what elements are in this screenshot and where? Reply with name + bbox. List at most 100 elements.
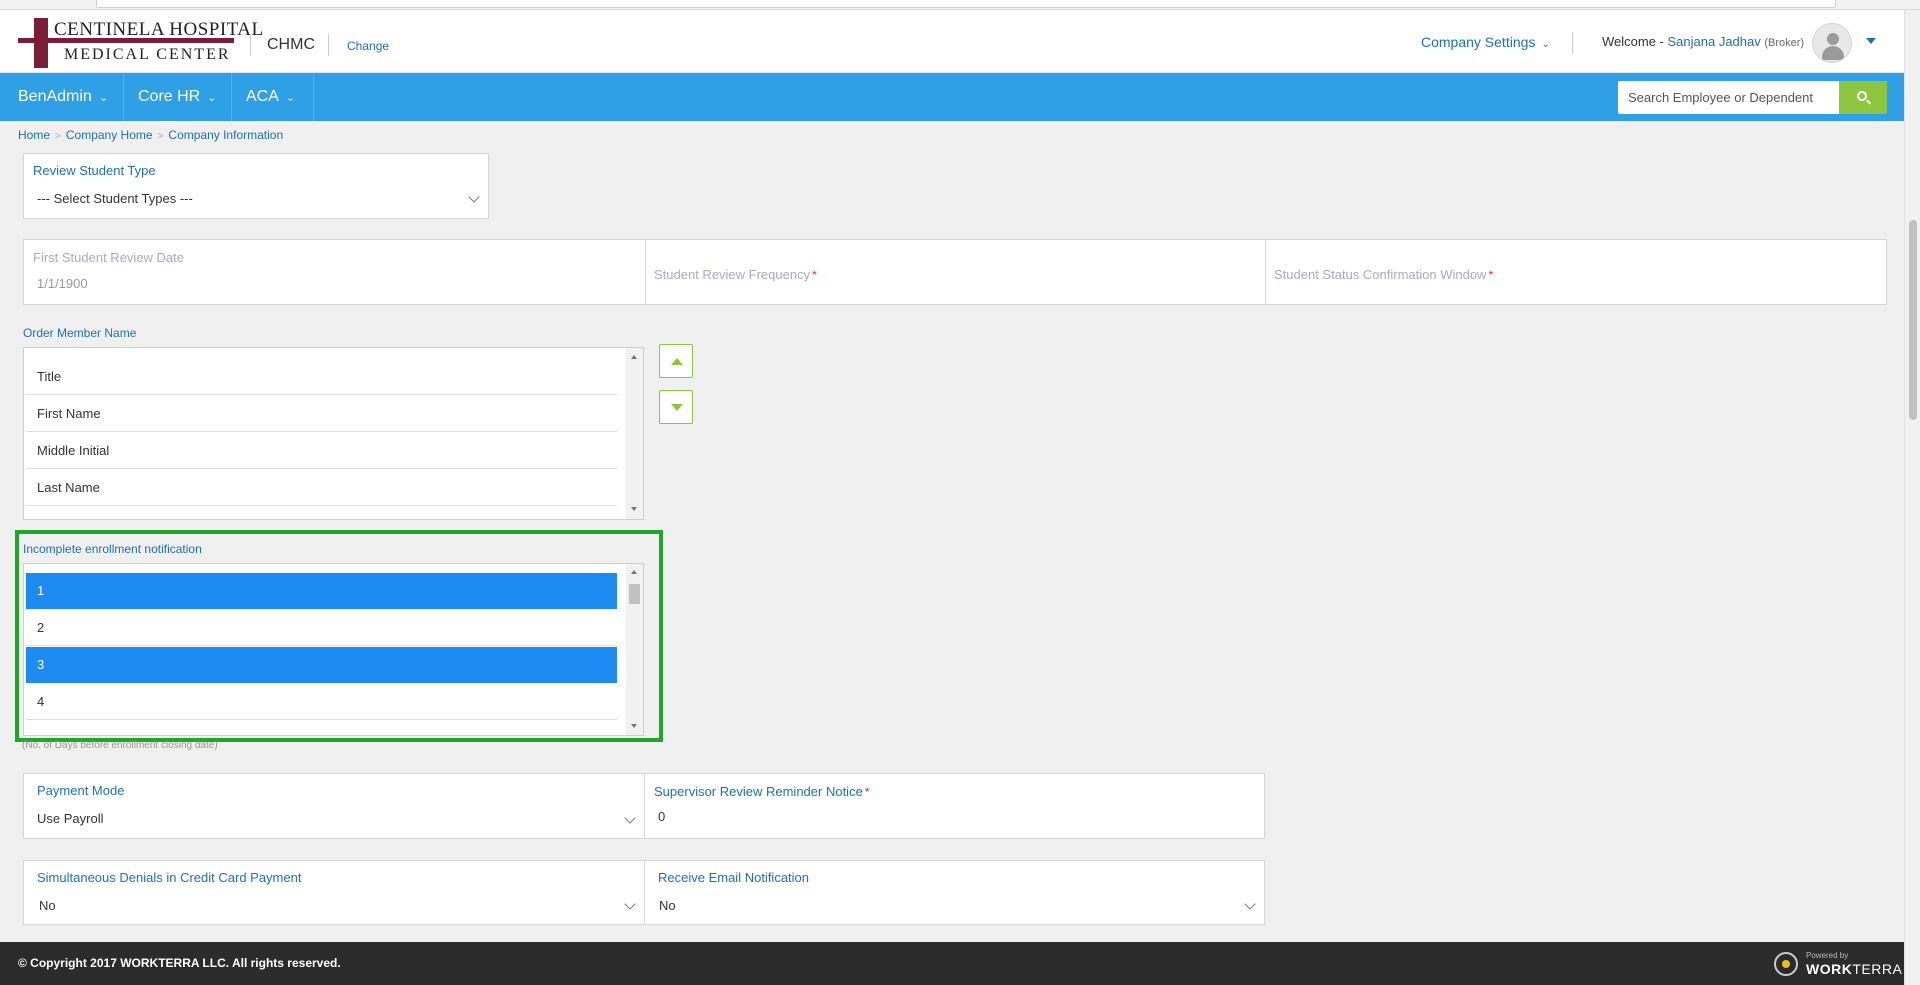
receive-email-notification-label: Receive Email Notification	[658, 870, 810, 885]
user-avatar[interactable]	[1812, 23, 1852, 63]
logo-text-line1: CENTINELA HOSPITAL	[54, 19, 264, 40]
column-divider	[644, 774, 645, 838]
header-divider	[1572, 32, 1573, 54]
list-item[interactable]: Title	[26, 359, 617, 395]
company-settings-menu[interactable]: Company Settings ⌄	[1421, 32, 1550, 55]
scroll-down-arrow-icon[interactable]	[631, 507, 637, 511]
column-divider	[1265, 240, 1266, 304]
order-member-name-list[interactable]: Title First Name Middle Initial Last Nam…	[23, 347, 644, 520]
list-item[interactable]: Last Name	[26, 470, 617, 506]
user-menu-caret-icon[interactable]	[1866, 38, 1876, 44]
supervisor-review-reminder-field: Supervisor Review Reminder Notice *	[654, 784, 869, 799]
brand-work: WORK	[1806, 961, 1853, 977]
breadcrumb: Home > Company Home > Company Information	[18, 128, 283, 142]
student-review-row: First Student Review Date 1/1/1900 Stude…	[23, 239, 1887, 305]
first-student-review-date-value[interactable]: 1/1/1900	[37, 276, 88, 291]
chevron-down-icon[interactable]	[468, 191, 480, 203]
nav-label: ACA	[246, 88, 279, 105]
payment-mode-value[interactable]: Use Payroll	[37, 811, 103, 826]
user-role: (Broker)	[1764, 37, 1805, 49]
list-item[interactable]: First Name	[26, 396, 617, 432]
welcome-prefix: Welcome -	[1602, 34, 1668, 49]
supervisor-review-reminder-input[interactable]: 0	[658, 809, 665, 824]
copyright-text: © Copyright 2017 WORKTERRA LLC. All righ…	[18, 956, 341, 970]
required-marker: *	[1488, 268, 1494, 282]
review-student-type-value: --- Select Student Types ---	[37, 191, 193, 206]
student-status-confirmation-field[interactable]: Student Status Confirmation Window *	[1274, 267, 1493, 282]
list-item[interactable]: Middle Initial	[26, 433, 617, 469]
powered-by-label: Powered by	[1806, 951, 1849, 960]
page-scrollbar[interactable]	[1904, 10, 1920, 985]
logo-text-line2: MEDICAL CENTER	[64, 46, 231, 63]
app-header: CENTINELA HOSPITAL MEDICAL CENTER CHMC C…	[0, 10, 1904, 73]
simultaneous-denials-label: Simultaneous Denials in Credit Card Paym…	[37, 870, 302, 885]
user-name-link[interactable]: Sanjana Jadhav	[1668, 34, 1761, 49]
list-item-selected[interactable]: 3	[26, 647, 617, 683]
required-marker: *	[812, 268, 817, 282]
payment-mode-label: Payment Mode	[37, 783, 125, 798]
list-item-selected[interactable]: 1	[26, 573, 617, 609]
scroll-thumb[interactable]	[629, 584, 640, 604]
page-scroll-thumb[interactable]	[1909, 220, 1917, 420]
column-divider	[645, 240, 646, 304]
chevron-right-icon: >	[157, 131, 164, 142]
student-review-frequency-field[interactable]: Student Review Frequency *	[654, 267, 817, 282]
change-company-link[interactable]: Change	[328, 34, 389, 56]
simultaneous-denials-value[interactable]: No	[39, 898, 56, 913]
column-divider	[644, 861, 645, 924]
order-list-scrollbar[interactable]	[626, 348, 643, 519]
avatar-head	[1827, 33, 1839, 45]
welcome-text: Welcome - Sanjana Jadhav (Broker)	[1602, 32, 1804, 53]
chevron-down-icon: ⌄	[98, 92, 109, 104]
brand-terra: TERRA	[1852, 961, 1903, 977]
student-review-frequency-label: Student Review Frequency	[654, 267, 811, 282]
chevron-down-icon[interactable]	[624, 898, 636, 910]
enrollment-hint: (No. of Days before enrollment closing d…	[22, 740, 218, 751]
search-icon-handle	[1866, 99, 1871, 105]
move-down-button[interactable]	[659, 390, 693, 424]
triangle-down-icon	[671, 404, 683, 411]
review-student-type-label: Review Student Type	[33, 163, 156, 178]
receive-email-notification-value[interactable]: No	[659, 898, 676, 913]
nav-label: BenAdmin	[18, 88, 92, 105]
incomplete-enrollment-label: Incomplete enrollment notification	[23, 542, 202, 556]
list-item[interactable]: 4	[26, 684, 617, 720]
order-member-name-label: Order Member Name	[23, 326, 137, 340]
nav-item-benadmin[interactable]: BenAdmin ⌄	[0, 73, 124, 121]
nav-item-core-hr[interactable]: Core HR ⌄	[124, 73, 232, 121]
breadcrumb-company-information[interactable]: Company Information	[168, 128, 283, 142]
first-student-review-date-label: First Student Review Date	[33, 250, 185, 265]
company-code: CHMC	[250, 34, 315, 56]
chevron-down-icon[interactable]	[624, 812, 636, 824]
payment-row: Payment Mode Use Payroll Supervisor Revi…	[23, 773, 1265, 839]
chevron-down-icon: ⌄	[1541, 39, 1550, 50]
employee-search-input[interactable]	[1618, 81, 1839, 114]
incomplete-enrollment-list[interactable]: 1 2 3 4	[23, 563, 644, 736]
scroll-down-arrow-icon[interactable]	[631, 724, 637, 728]
search-button[interactable]	[1839, 81, 1887, 114]
required-marker: *	[864, 785, 870, 799]
scroll-up-arrow-icon[interactable]	[631, 355, 637, 359]
enrollment-list-scrollbar[interactable]	[626, 564, 643, 735]
page-footer: © Copyright 2017 WORKTERRA LLC. All righ…	[0, 942, 1904, 985]
browser-address-strip	[0, 0, 1920, 10]
browser-url-bar[interactable]	[96, 0, 1836, 8]
review-student-type-field[interactable]: Review Student Type --- Select Student T…	[23, 153, 489, 219]
avatar-body	[1822, 46, 1844, 60]
denials-row: Simultaneous Denials in Credit Card Paym…	[23, 860, 1265, 925]
triangle-up-icon	[671, 358, 683, 365]
list-item[interactable]: 2	[26, 610, 617, 646]
move-up-button[interactable]	[659, 344, 693, 378]
breadcrumb-company-home[interactable]: Company Home	[66, 128, 153, 142]
scroll-up-arrow-icon[interactable]	[631, 570, 637, 574]
chevron-right-icon: >	[55, 131, 61, 142]
chevron-down-icon: ⌄	[285, 92, 296, 104]
breadcrumb-home[interactable]: Home	[18, 128, 50, 142]
chevron-down-icon[interactable]	[1244, 898, 1256, 910]
student-status-confirmation-label: Student Status Confirmation Window	[1274, 267, 1487, 282]
powered-by-workterra: Powered by WORKTERRA	[1772, 950, 1902, 978]
nav-item-aca[interactable]: ACA ⌄	[232, 73, 314, 121]
main-navbar: BenAdmin ⌄ Core HR ⌄ ACA ⌄	[0, 73, 1904, 121]
workterra-logo-dot	[1782, 960, 1790, 968]
supervisor-review-reminder-label: Supervisor Review Reminder Notice	[654, 784, 863, 799]
